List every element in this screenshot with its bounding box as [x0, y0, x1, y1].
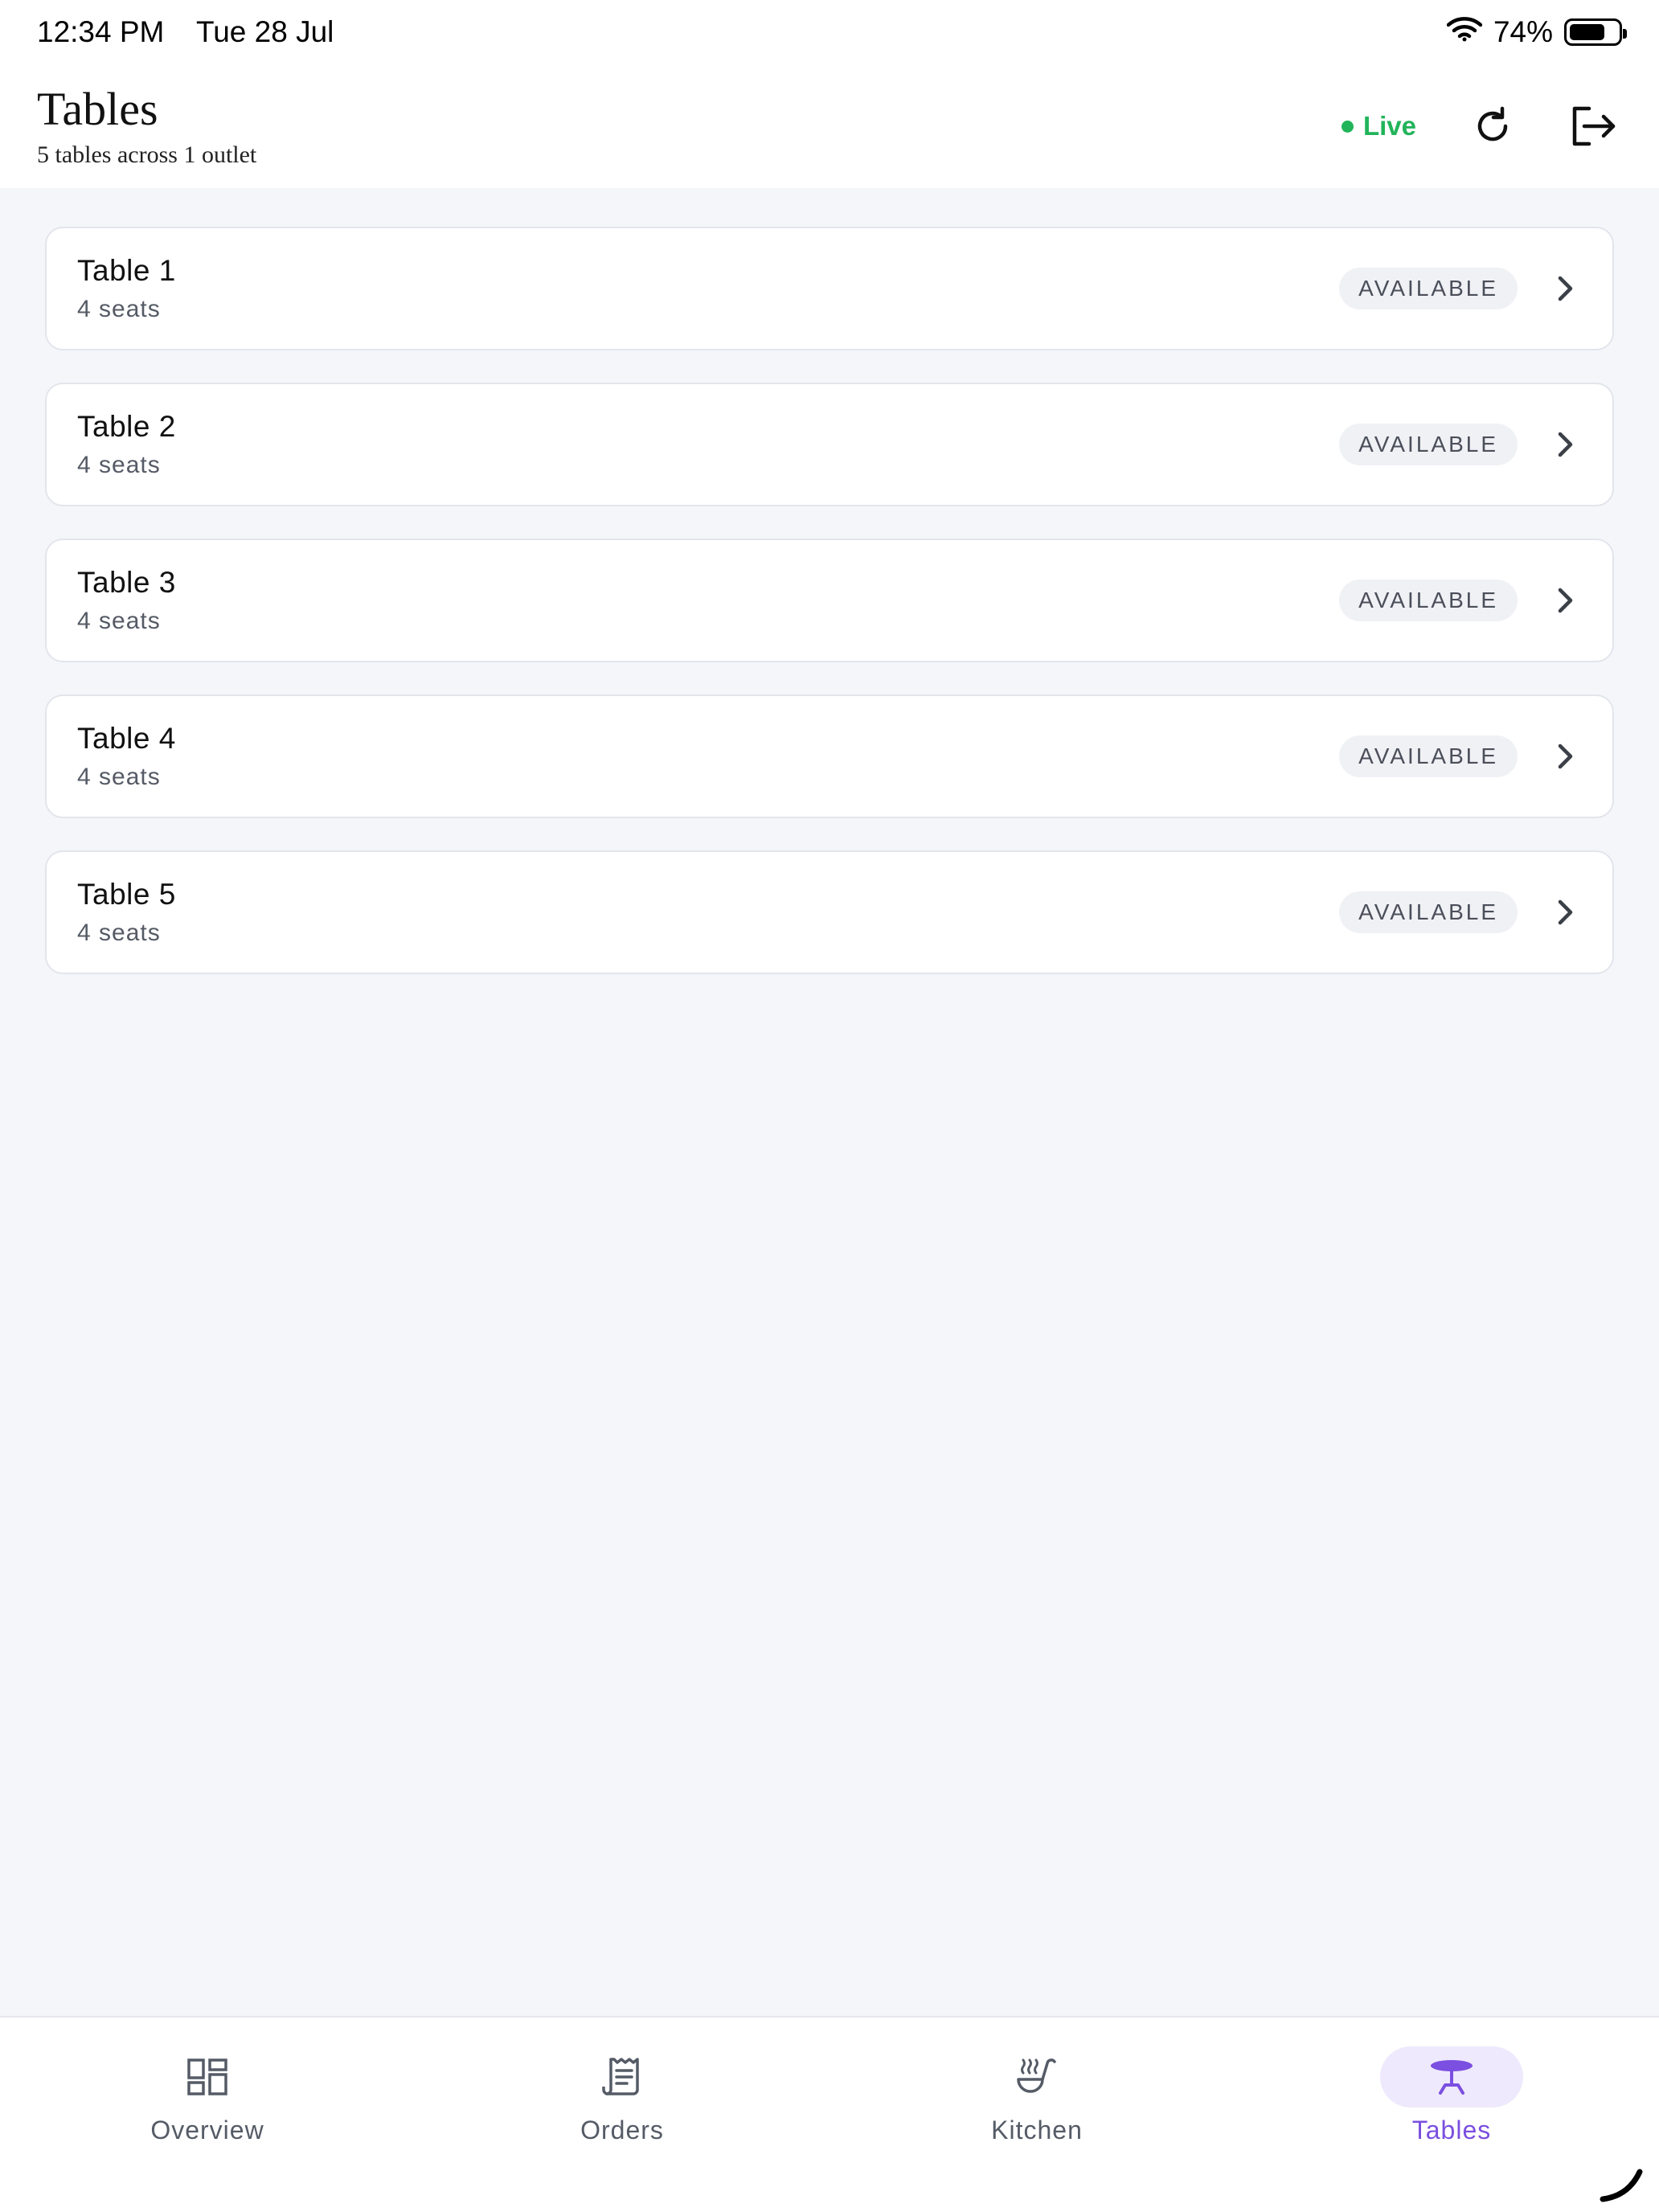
- chevron-right-icon: [1550, 740, 1582, 772]
- nav-label-orders: Orders: [580, 2116, 664, 2144]
- chevron-right-icon: [1550, 272, 1582, 305]
- live-indicator: Live: [1341, 111, 1416, 141]
- live-label: Live: [1362, 111, 1416, 141]
- table-card-info: Table 5 4 seats: [77, 878, 176, 947]
- table-card-right: AVAILABLE: [1339, 424, 1582, 465]
- bottom-nav: Overview Orders Kitchen Tables: [0, 2016, 1659, 2212]
- nav-item-orders[interactable]: Orders: [415, 2017, 830, 2212]
- table-card-right: AVAILABLE: [1339, 891, 1582, 933]
- status-badge: AVAILABLE: [1339, 891, 1518, 933]
- nav-icon-wrap: [1380, 2046, 1523, 2108]
- battery-percent: 74%: [1493, 15, 1553, 48]
- table-card-info: Table 3 4 seats: [77, 566, 176, 635]
- home-indicator: [1600, 2169, 1643, 2202]
- status-badge: AVAILABLE: [1339, 580, 1518, 621]
- table-name: Table 2: [77, 410, 176, 443]
- status-date: Tue 28 Jul: [196, 15, 334, 48]
- nav-label-overview: Overview: [150, 2116, 264, 2144]
- table-card-right: AVAILABLE: [1339, 268, 1582, 309]
- chevron-right-icon: [1550, 896, 1582, 928]
- header-titles: Tables 5 tables across 1 outlet: [37, 84, 256, 169]
- table-card-info: Table 1 4 seats: [77, 254, 176, 323]
- chevron-right-icon: [1550, 428, 1582, 461]
- table-seats: 4 seats: [77, 296, 161, 322]
- battery-fill: [1570, 24, 1604, 40]
- status-badge: AVAILABLE: [1339, 268, 1518, 309]
- table-icon: [1431, 2060, 1473, 2095]
- dashboard-icon: [187, 2058, 227, 2095]
- logout-icon: [1572, 106, 1616, 146]
- page-subtitle: 5 tables across 1 outlet: [37, 141, 257, 168]
- table-card-info: Table 4 4 seats: [77, 722, 176, 791]
- table-list: Table 1 4 seats AVAILABLE Table 2 4 seat…: [45, 227, 1614, 1006]
- status-time: 12:34 PM: [37, 15, 165, 48]
- status-badge: AVAILABLE: [1339, 735, 1518, 777]
- table-seats: 4 seats: [77, 608, 161, 634]
- nav-icon-wrap: [136, 2046, 279, 2108]
- nav-label-tables: Tables: [1411, 2116, 1492, 2144]
- table-card-3[interactable]: Table 3 4 seats AVAILABLE: [45, 539, 1614, 662]
- table-card-right: AVAILABLE: [1339, 580, 1582, 621]
- table-name: Table 1: [77, 254, 176, 287]
- nav-label-kitchen: Kitchen: [991, 2116, 1083, 2144]
- table-card-2[interactable]: Table 2 4 seats AVAILABLE: [45, 383, 1614, 506]
- nav-item-tables[interactable]: Tables: [1244, 2017, 1659, 2212]
- table-card-info: Table 2 4 seats: [77, 410, 176, 479]
- status-left: 12:34 PM Tue 28 Jul: [37, 15, 358, 49]
- refresh-icon: [1477, 106, 1508, 141]
- table-seats: 4 seats: [77, 764, 161, 790]
- table-card-5[interactable]: Table 5 4 seats AVAILABLE: [45, 850, 1614, 974]
- table-seats: 4 seats: [77, 452, 161, 478]
- table-name: Table 4: [77, 722, 176, 755]
- table-card-1[interactable]: Table 1 4 seats AVAILABLE: [45, 227, 1614, 350]
- nav-icon-wrap: [965, 2046, 1108, 2108]
- table-name: Table 3: [77, 566, 176, 599]
- page-header: Tables 5 tables across 1 outlet Live: [0, 64, 1659, 188]
- table-card-right: AVAILABLE: [1339, 735, 1582, 777]
- table-card-4[interactable]: Table 4 4 seats AVAILABLE: [45, 694, 1614, 818]
- receipt-icon: [602, 2058, 639, 2095]
- battery-icon: [1564, 18, 1627, 46]
- nav-item-overview[interactable]: Overview: [0, 2017, 415, 2212]
- status-badge: AVAILABLE: [1339, 424, 1518, 465]
- table-name: Table 5: [77, 878, 176, 911]
- header-actions: Live: [1341, 98, 1622, 154]
- live-dot-icon: [1341, 120, 1354, 133]
- page-title: Tables: [37, 83, 158, 136]
- wifi-icon: [1446, 15, 1483, 49]
- nav-item-kitchen[interactable]: Kitchen: [830, 2017, 1244, 2212]
- chevron-right-icon: [1550, 584, 1582, 616]
- status-right: 74%: [1446, 15, 1627, 49]
- cooking-pot-icon: [1017, 2058, 1056, 2093]
- nav-icon-wrap: [551, 2046, 694, 2108]
- logout-button[interactable]: [1566, 98, 1622, 154]
- table-seats: 4 seats: [77, 920, 161, 946]
- status-bar: 12:34 PM Tue 28 Jul 74%: [0, 0, 1659, 64]
- refresh-button[interactable]: [1464, 98, 1521, 154]
